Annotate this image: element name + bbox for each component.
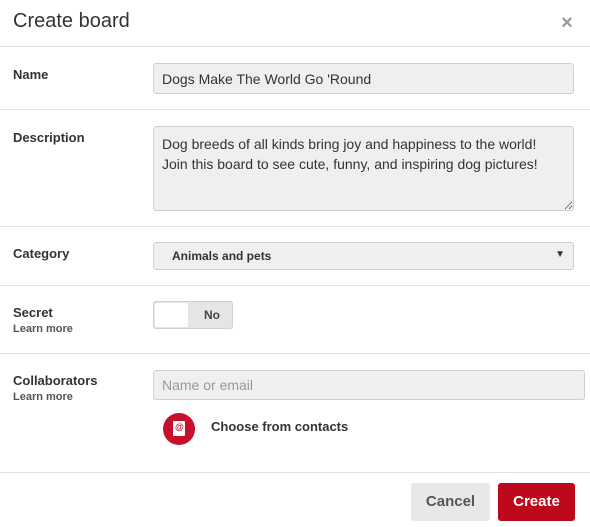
cancel-button[interactable]: Cancel <box>411 483 490 521</box>
category-select[interactable]: Animals and pets ▼ <box>153 242 574 270</box>
close-icon[interactable]: × <box>558 13 576 33</box>
at-symbol: @ <box>175 422 184 432</box>
collaborators-input[interactable] <box>153 370 585 400</box>
collaborators-learn-more-link[interactable]: Learn more <box>13 391 73 403</box>
description-textarea[interactable]: Dog breeds of all kinds bring joy and ha… <box>153 126 574 211</box>
secret-label: Secret <box>13 305 53 320</box>
category-selected-value: Animals and pets <box>172 249 272 263</box>
name-label: Name <box>13 67 49 82</box>
secret-toggle[interactable]: No <box>153 301 233 329</box>
dialog-title: Create board <box>13 10 130 32</box>
dialog-header: Create board × <box>0 0 590 47</box>
category-row: Category Animals and pets ▼ <box>0 227 590 286</box>
choose-from-contacts-link[interactable]: Choose from contacts <box>211 419 348 434</box>
name-input[interactable] <box>153 63 574 94</box>
collaborators-row: Collaborators Learn more @ Choose from c… <box>0 354 590 473</box>
secret-toggle-state: No <box>204 308 220 322</box>
description-row: Description Dog breeds of all kinds brin… <box>0 110 590 227</box>
description-label: Description <box>13 130 85 145</box>
category-label: Category <box>13 246 70 261</box>
name-row: Name <box>0 47 590 110</box>
collaborators-label: Collaborators <box>13 373 98 388</box>
address-book-icon[interactable]: @ <box>163 413 195 445</box>
create-button[interactable]: Create <box>498 483 575 521</box>
create-board-dialog: Create board × Name Description Dog bree… <box>0 0 590 527</box>
chevron-down-icon: ▼ <box>555 249 565 260</box>
toggle-knob <box>155 303 188 327</box>
secret-learn-more-link[interactable]: Learn more <box>13 323 73 335</box>
secret-row: Secret Learn more No <box>0 286 590 354</box>
